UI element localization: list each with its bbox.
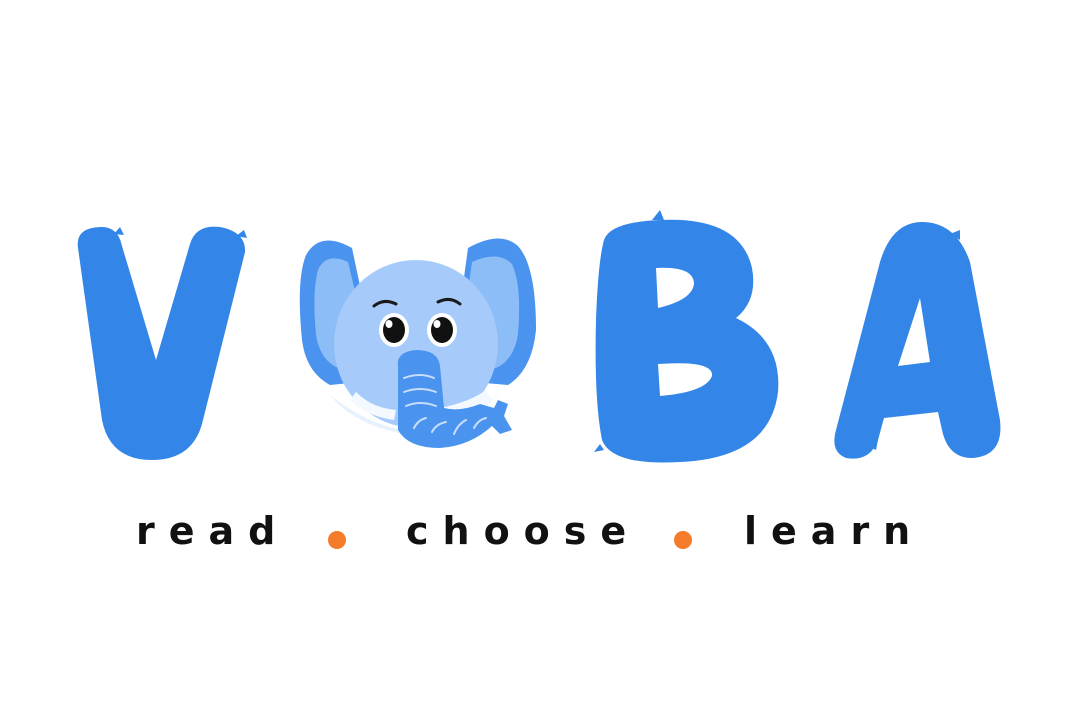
tagline-word-choose: choose [406, 509, 641, 553]
elephant-icon [299, 238, 536, 448]
letter-a [834, 222, 1001, 459]
letter-b [594, 210, 779, 463]
separator-dot-icon [328, 531, 346, 549]
voba-wordmark-logo [77, 210, 1001, 463]
separator-dot-icon [674, 531, 692, 549]
tagline-word-learn: learn [744, 509, 925, 553]
tagline-word-read: read [136, 509, 290, 553]
letter-v [77, 226, 247, 460]
logo-canvas: read choose learn [0, 0, 1080, 720]
